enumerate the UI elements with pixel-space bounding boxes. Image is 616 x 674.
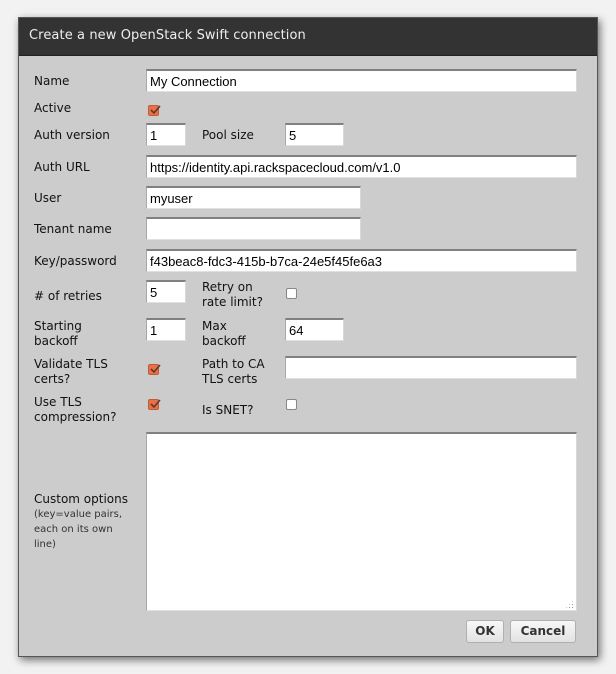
checkmark-icon xyxy=(150,399,161,409)
auth-url-input[interactable]: https://identity.api.rackspacecloud.com/… xyxy=(146,155,577,178)
retry-rate-limit-label: Retry on rate limit? xyxy=(202,280,263,309)
custom-options-textarea[interactable] xyxy=(146,432,577,611)
validate-tls-label: Validate TLS certs? xyxy=(34,357,108,386)
starting-backoff-label: Starting backoff xyxy=(34,319,82,348)
ok-button[interactable]: OK xyxy=(466,620,504,643)
retry-rate-limit-checkbox[interactable] xyxy=(286,288,297,299)
starting-backoff-input[interactable]: 1 xyxy=(146,318,186,341)
retries-label: # of retries xyxy=(34,289,102,303)
ca-path-label: Path to CA TLS certs xyxy=(202,357,265,386)
dialog-title: Create a new OpenStack Swift connection xyxy=(29,28,306,43)
active-label: Active xyxy=(34,101,72,115)
tenant-name-input[interactable] xyxy=(146,217,361,240)
key-password-label: Key/password xyxy=(34,254,117,268)
tls-compression-checkbox[interactable] xyxy=(148,399,161,410)
tls-compression-label: Use TLS compression? xyxy=(34,395,117,424)
max-backoff-label: Max backoff xyxy=(202,319,246,348)
cancel-button[interactable]: Cancel xyxy=(510,620,576,643)
retries-input[interactable]: 5 xyxy=(146,280,186,303)
checkmark-icon xyxy=(150,105,161,115)
custom-options-hint: (key=value pairs, each on its own line) xyxy=(34,509,123,550)
checkmark-icon xyxy=(150,364,161,374)
pool-size-input[interactable]: 5 xyxy=(285,123,344,146)
auth-url-label: Auth URL xyxy=(34,160,90,174)
key-password-input[interactable]: f43beac8-fdc3-415b-b7ca-24e5f45fe6a3 xyxy=(146,249,577,272)
max-backoff-input[interactable]: 64 xyxy=(285,318,344,341)
tenant-name-label: Tenant name xyxy=(34,222,112,236)
name-input[interactable]: My Connection xyxy=(146,69,577,92)
validate-tls-checkbox[interactable] xyxy=(148,364,161,375)
connection-dialog: Create a new OpenStack Swift connection … xyxy=(18,17,598,657)
dialog-titlebar[interactable]: Create a new OpenStack Swift connection xyxy=(19,18,597,56)
auth-version-label: Auth version xyxy=(34,128,110,142)
auth-version-input[interactable]: 1 xyxy=(146,123,186,146)
custom-options-label: Custom options (key=value pairs, each on… xyxy=(34,492,128,550)
user-input[interactable]: myuser xyxy=(146,186,361,209)
user-label: User xyxy=(34,191,62,205)
is-snet-checkbox[interactable] xyxy=(286,399,297,410)
active-checkbox[interactable] xyxy=(148,105,161,116)
pool-size-label: Pool size xyxy=(202,128,254,142)
is-snet-label: Is SNET? xyxy=(202,403,254,417)
ca-path-input[interactable] xyxy=(285,356,577,379)
name-label: Name xyxy=(34,74,70,88)
